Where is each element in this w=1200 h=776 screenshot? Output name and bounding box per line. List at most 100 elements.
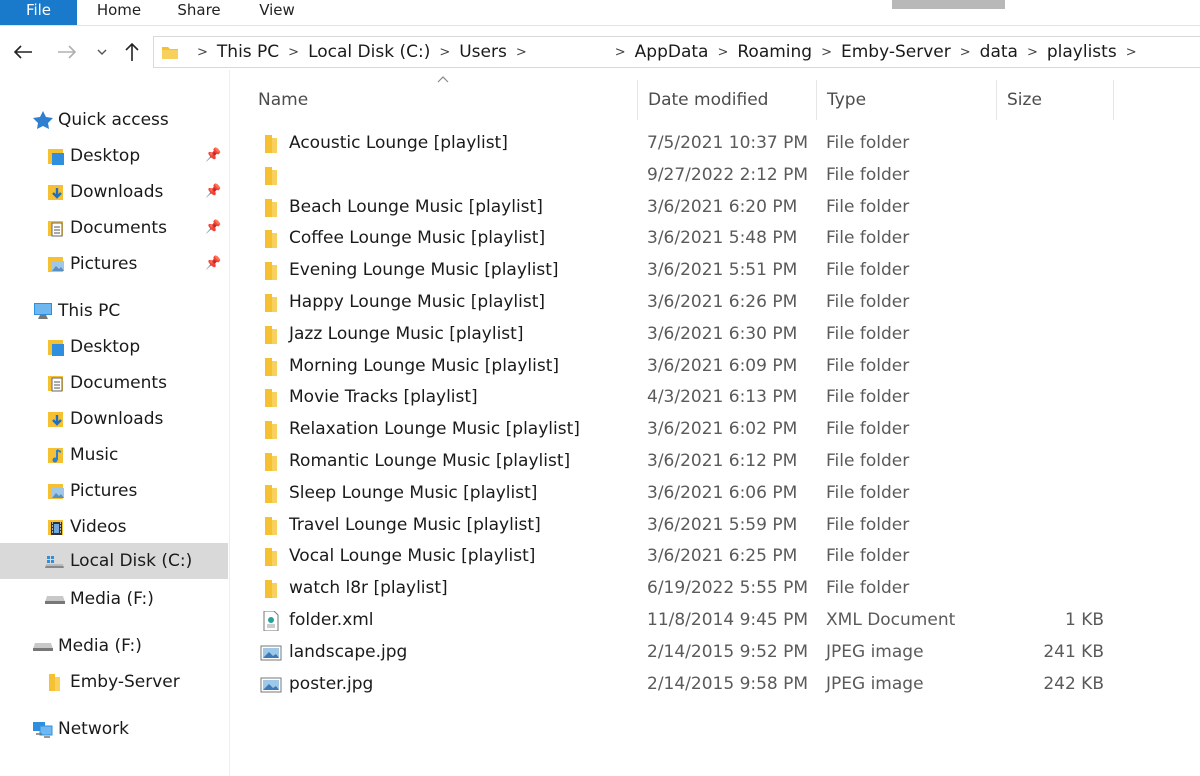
file-row[interactable]: Sleep Lounge Music [playlist] 3/6/2021 6:… <box>248 478 1118 510</box>
breadcrumb-separator[interactable]: > <box>960 45 971 60</box>
nav-pc-videos[interactable]: Videos <box>44 511 127 543</box>
file-name: Evening Lounge Music [playlist] <box>289 260 559 281</box>
file-row[interactable]: poster.jpg 2/14/2015 9:58 PM JPEG image 242… <box>248 669 1118 701</box>
nav-pc-music[interactable]: Music <box>44 439 118 471</box>
file-type: File folder <box>826 451 910 471</box>
file-row[interactable]: Romantic Lounge Music [playlist] 3/6/2021… <box>248 446 1118 478</box>
address-bar[interactable]: > This PC > Local Disk (C:) > Users > > … <box>153 36 1200 68</box>
nav-pc-desktop[interactable]: Desktop <box>44 331 140 363</box>
videos-folder-icon <box>44 517 66 537</box>
tab-share[interactable]: Share <box>163 0 235 25</box>
nav-label: Music <box>70 445 119 465</box>
nav-label: Emby-Server <box>70 672 180 692</box>
nav-quick-access[interactable]: Quick access <box>32 104 169 136</box>
nav-quick-desktop[interactable]: Desktop <box>44 140 140 172</box>
file-date-modified: 2/14/2015 9:58 PM <box>647 673 809 694</box>
file-date-modified: 11/8/2014 9:45 PM <box>647 610 809 630</box>
breadcrumb-appdata[interactable]: AppData <box>635 42 709 62</box>
file-row[interactable]: Jazz Lounge Music [playlist] 3/6/2021 6:3… <box>248 319 1118 351</box>
folder-icon <box>260 452 282 472</box>
file-row[interactable]: Movie Tracks [playlist] 4/3/2021 6:13 PM F… <box>248 382 1118 414</box>
file-row[interactable]: folder.xml 11/8/2014 9:45 PM XML Document 1… <box>248 605 1118 637</box>
breadcrumb-separator[interactable]: > <box>197 45 208 60</box>
chevron-down-icon <box>97 49 107 55</box>
breadcrumb-local-disk[interactable]: Local Disk (C:) <box>308 42 430 62</box>
tab-home[interactable]: Home <box>80 0 158 25</box>
file-row[interactable]: watch l8r [playlist] 6/19/2022 5:55 PM Fil… <box>248 573 1118 605</box>
file-row[interactable]: Travel Lounge Music [playlist] 3/6/2021 5… <box>248 510 1118 542</box>
pin-icon[interactable]: 📌 <box>205 220 221 235</box>
nav-pc-pictures[interactable]: Pictures <box>44 475 137 507</box>
file-row[interactable]: Vocal Lounge Music [playlist] 3/6/2021 6:… <box>248 541 1118 573</box>
forward-button[interactable] <box>52 38 82 66</box>
pin-icon[interactable]: 📌 <box>205 256 221 271</box>
file-type: File folder <box>826 387 910 408</box>
tab-view[interactable]: View <box>240 0 314 25</box>
file-row[interactable]: Beach Lounge Music [playlist] 3/6/2021 6:… <box>248 192 1118 224</box>
nav-quick-documents[interactable]: Documents <box>44 212 167 244</box>
documents-folder-icon <box>44 218 66 238</box>
nav-this-pc[interactable]: This PC <box>32 295 120 327</box>
file-row[interactable]: landscape.jpg 2/14/2015 9:52 PM JPEG image… <box>248 637 1118 669</box>
folder-icon <box>260 134 282 154</box>
folder-icon <box>44 672 66 692</box>
nav-emby-server[interactable]: Emby-Server <box>44 666 180 698</box>
nav-pc-documents[interactable]: Documents <box>44 367 167 399</box>
breadcrumb-separator[interactable]: > <box>288 45 299 60</box>
file-date-modified: 3/6/2021 5:48 PM <box>647 228 798 249</box>
ribbon: File Home Share View <box>0 0 1200 26</box>
breadcrumb-separator[interactable]: > <box>516 45 527 60</box>
recent-locations-button[interactable] <box>92 38 112 66</box>
column-header-date-modified[interactable]: Date modified <box>637 80 816 120</box>
file-type: File folder <box>826 133 910 153</box>
file-row[interactable]: Relaxation Lounge Music [playlist] 3/6/20… <box>248 414 1118 446</box>
nav-media-drive[interactable]: Media (F:) <box>32 630 142 662</box>
breadcrumb-roaming[interactable]: Roaming <box>737 42 812 62</box>
folder-icon <box>260 388 282 408</box>
nav-quick-downloads[interactable]: Downloads <box>44 176 163 208</box>
back-button[interactable] <box>8 38 38 66</box>
nav-pc-media[interactable]: Media (F:) <box>44 583 154 615</box>
downloads-folder-icon <box>44 409 66 429</box>
nav-quick-pictures[interactable]: Pictures <box>44 248 137 280</box>
nav-network[interactable]: Network <box>32 713 129 745</box>
nav-pc-downloads[interactable]: Downloads <box>44 403 163 435</box>
breadcrumb-separator[interactable]: > <box>1126 45 1137 60</box>
pin-icon[interactable]: 📌 <box>205 148 221 163</box>
column-header-name[interactable]: Name <box>248 80 637 120</box>
breadcrumb-users[interactable]: Users <box>459 42 507 62</box>
column-header-size[interactable]: Size <box>996 80 1114 120</box>
nav-pc-local-disk[interactable]: Local Disk (C:) <box>0 543 228 579</box>
file-size: 241 KB <box>1043 641 1104 662</box>
pin-icon[interactable]: 📌 <box>205 184 221 199</box>
documents-folder-icon <box>44 373 66 393</box>
breadcrumb-separator[interactable]: > <box>717 45 728 60</box>
breadcrumb-emby-server[interactable]: Emby-Server <box>841 42 951 62</box>
file-row[interactable]: Coffee Lounge Music [playlist] 3/6/2021 5… <box>248 223 1118 255</box>
file-row[interactable]: Acoustic Lounge [playlist] 7/5/2021 10:37… <box>248 128 1118 160</box>
tab-file[interactable]: File <box>0 0 77 25</box>
pictures-folder-icon <box>44 254 66 274</box>
breadcrumb-data[interactable]: data <box>980 42 1018 62</box>
folder-icon <box>260 516 282 536</box>
breadcrumb-separator[interactable]: > <box>439 45 450 60</box>
breadcrumb-separator[interactable]: > <box>615 45 626 60</box>
file-row[interactable]: Evening Lounge Music [playlist] 3/6/2021 … <box>248 255 1118 287</box>
nav-label: Pictures <box>70 254 138 274</box>
file-row[interactable]: Morning Lounge Music [playlist] 3/6/2021 … <box>248 351 1118 383</box>
file-date-modified: 2/14/2015 9:52 PM <box>647 641 809 662</box>
up-button[interactable] <box>118 38 146 66</box>
file-name: Acoustic Lounge [playlist] <box>289 133 508 153</box>
file-type: File folder <box>826 482 910 503</box>
breadcrumb-separator[interactable]: > <box>821 45 832 60</box>
breadcrumb-this-pc[interactable]: This PC <box>217 42 279 62</box>
breadcrumb-playlists[interactable]: playlists <box>1047 42 1117 62</box>
breadcrumb-separator[interactable]: > <box>1027 45 1038 60</box>
file-name: Coffee Lounge Music [playlist] <box>289 228 546 249</box>
pictures-folder-icon <box>44 481 66 501</box>
column-header-type[interactable]: Type <box>816 80 996 120</box>
file-row[interactable]: Happy Lounge Music [playlist] 3/6/2021 6:… <box>248 287 1118 319</box>
file-row[interactable]: 9/27/2022 2:12 PM File folder <box>248 160 1118 192</box>
desktop-folder-icon <box>44 146 66 166</box>
redacted-bar <box>892 0 1005 9</box>
